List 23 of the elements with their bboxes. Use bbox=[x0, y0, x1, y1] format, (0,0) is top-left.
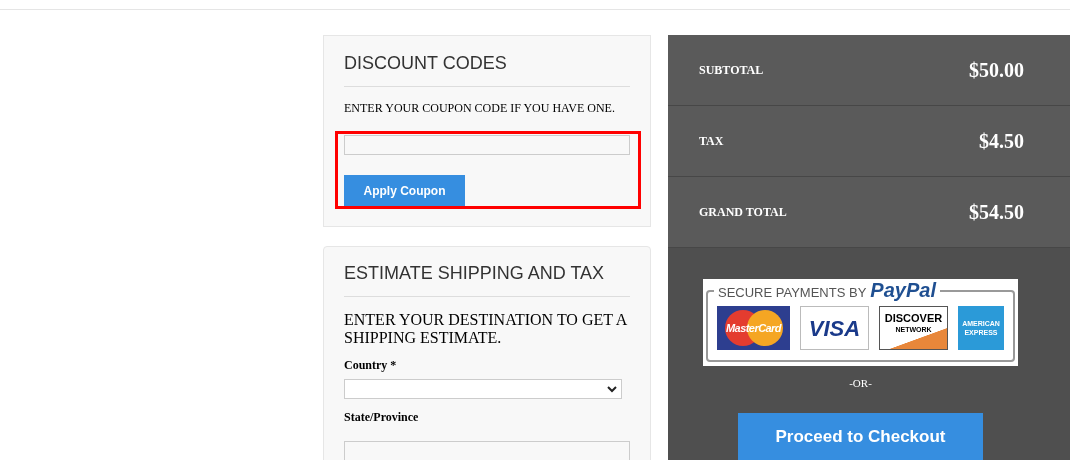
shipping-hint: ENTER YOUR DESTINATION TO GET A SHIPPING ESTIMATE. bbox=[344, 311, 628, 347]
state-field[interactable] bbox=[344, 441, 630, 460]
total-value: $50.00 bbox=[969, 58, 1024, 83]
field-label: State/Province bbox=[344, 409, 420, 426]
chevron-icon bbox=[607, 385, 617, 393]
total-label: SUBTOTAL bbox=[699, 62, 764, 79]
total-value: $4.50 bbox=[979, 129, 1024, 154]
total-value: $54.50 bbox=[969, 200, 1024, 225]
total-label: GRAND TOTAL bbox=[699, 204, 787, 221]
mastercard-logo: MasterCard bbox=[717, 306, 790, 350]
badge-caption: SECURE PAYMENTS BY bbox=[718, 284, 867, 302]
country-select[interactable] bbox=[344, 379, 622, 399]
coupon-field[interactable] bbox=[344, 135, 630, 155]
paypal-logo: PayPal bbox=[870, 280, 936, 300]
section-title: ESTIMATE SHIPPING AND TAX bbox=[344, 260, 630, 297]
or-separator: -OR- bbox=[849, 376, 872, 391]
checkout-button[interactable]: Proceed to Checkout bbox=[738, 412, 983, 460]
section-title: DISCOUNT CODES bbox=[344, 50, 630, 87]
field-label: Country * bbox=[344, 357, 398, 374]
total-label: TAX bbox=[699, 133, 724, 150]
visa-logo: VISA bbox=[800, 306, 869, 350]
apply-coupon-button[interactable]: Apply Coupon bbox=[344, 175, 465, 206]
coupon-hint: ENTER YOUR COUPON CODE IF YOU HAVE ONE. bbox=[344, 100, 616, 117]
